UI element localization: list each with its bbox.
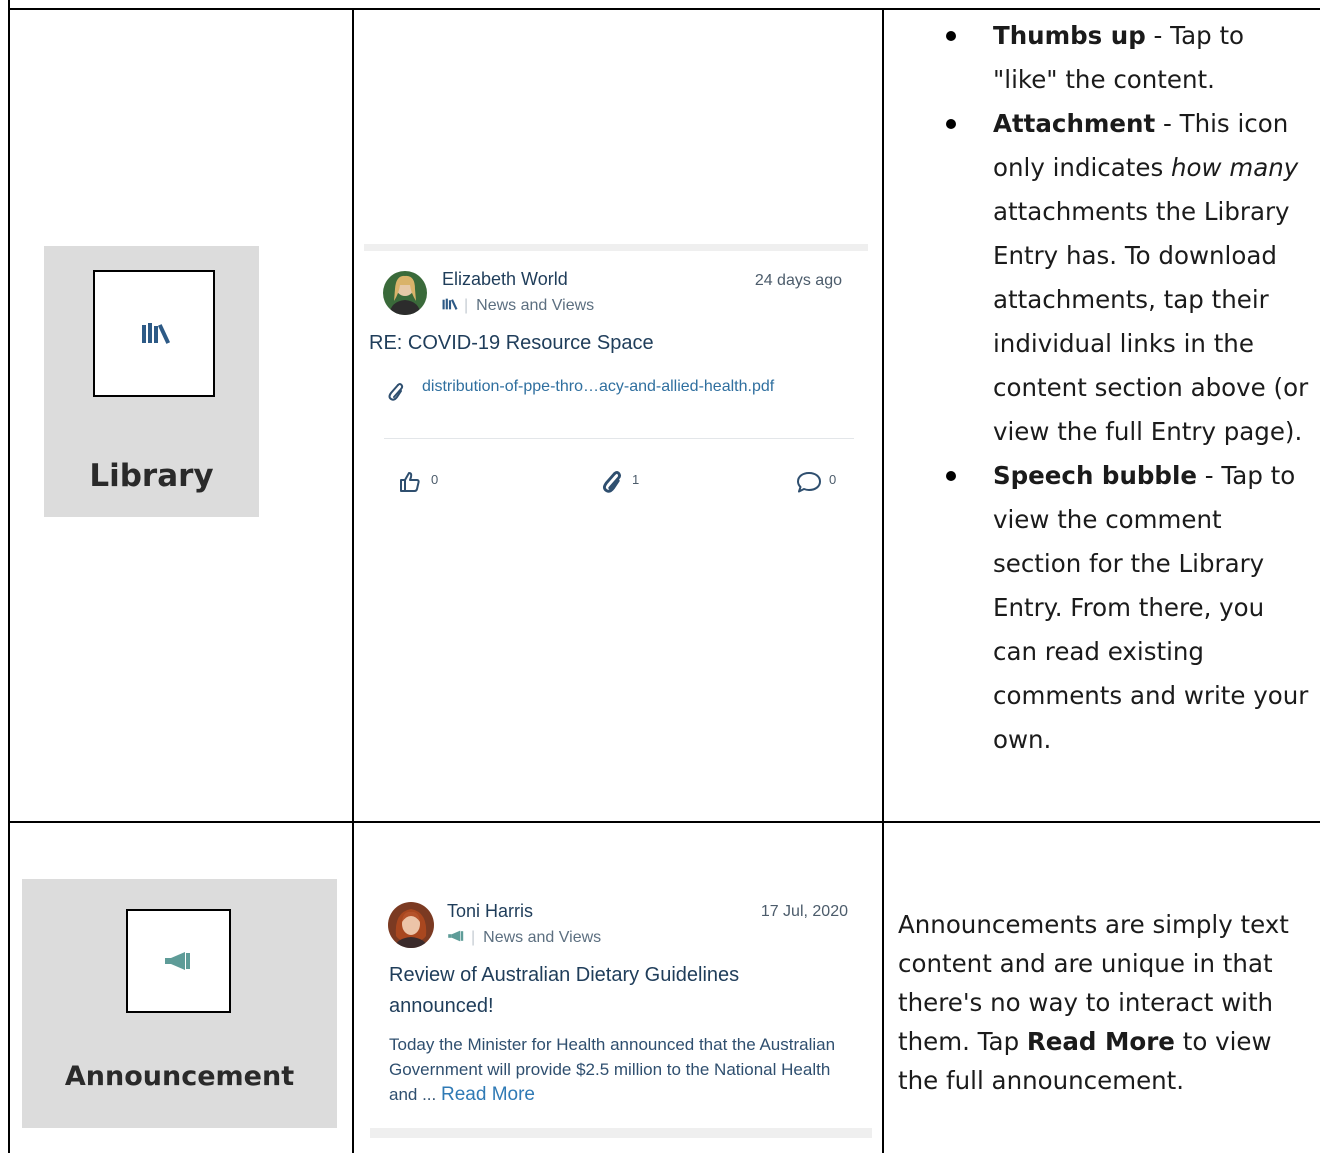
like-button[interactable]: 0 xyxy=(398,468,458,496)
read-more-link[interactable]: Read More xyxy=(441,1084,535,1105)
post-meta: | News and Views xyxy=(442,297,594,315)
bullet-thumbs-up: Thumbs up - Tap to "like" the content. xyxy=(898,14,1310,102)
term-attachment: Attachment xyxy=(993,109,1156,138)
comment-button[interactable]: 0 xyxy=(796,468,856,496)
table-border-top xyxy=(8,8,1320,10)
library-icon-frame xyxy=(93,270,215,397)
post-category[interactable]: News and Views xyxy=(483,929,601,946)
author-name[interactable]: Toni Harris xyxy=(447,901,533,922)
bullet-attachment: Attachment - This icon only indicates ho… xyxy=(898,102,1310,454)
card-top-bar xyxy=(364,244,868,251)
like-count: 0 xyxy=(431,472,439,487)
bullet-speech-bubble: Speech bubble - Tap to view the comment … xyxy=(898,454,1310,762)
author-name[interactable]: Elizabeth World xyxy=(442,269,568,290)
table-column-divider-2 xyxy=(882,8,884,1153)
paperclip-icon xyxy=(602,470,621,493)
post-time: 17 Jul, 2020 xyxy=(760,903,848,920)
table-border-left xyxy=(8,0,10,1153)
attachment-link-row[interactable]: distribution-of-ppe-thro…acy-and-allied-… xyxy=(384,376,854,401)
megaphone-icon xyxy=(448,930,464,942)
card-bottom-bar xyxy=(370,1128,872,1138)
term-thumbs-up: Thumbs up xyxy=(993,21,1146,50)
term-speech-bubble: Speech bubble xyxy=(993,461,1197,490)
description-bold: Read More xyxy=(1026,1027,1175,1056)
library-tile-label: Library xyxy=(89,458,214,494)
post-title[interactable]: RE: COVID-19 Resource Space xyxy=(369,328,654,359)
library-description: Thumbs up - Tap to "like" the content. A… xyxy=(898,14,1310,762)
comment-count: 0 xyxy=(829,472,837,487)
paperclip-icon xyxy=(388,383,404,401)
emphasis: how many xyxy=(1171,153,1299,182)
post-title[interactable]: Review of Australian Dietary Guidelines … xyxy=(389,960,849,1022)
attachment-count-button: 1 xyxy=(600,468,660,496)
bullet-text: - Tap to view the comment section for th… xyxy=(993,461,1309,754)
meta-separator: | xyxy=(471,929,476,946)
thumbs-up-icon xyxy=(400,472,420,492)
library-icon xyxy=(142,323,171,344)
announcement-icon-frame xyxy=(126,909,231,1013)
avatar[interactable] xyxy=(388,902,434,948)
announcement-tile-label: Announcement xyxy=(64,1061,295,1092)
library-entry-card[interactable]: Elizabeth World 24 days ago | News and Vi… xyxy=(364,244,868,524)
announcement-card[interactable]: Toni Harris 17 Jul, 2020 | News and Views… xyxy=(370,880,872,1138)
table-row-divider xyxy=(8,821,1320,823)
megaphone-icon xyxy=(165,952,190,970)
speech-bubble-icon xyxy=(797,472,821,493)
announcement-description: Announcements are simply text content an… xyxy=(898,905,1318,1100)
post-time: 24 days ago xyxy=(754,272,842,289)
library-icon xyxy=(442,298,458,310)
attachment-count: 1 xyxy=(632,472,640,487)
bullet-text: attachments the Library Entry has. To do… xyxy=(993,197,1309,446)
meta-separator: | xyxy=(464,297,469,314)
attachment-link[interactable]: distribution-of-ppe-thro…acy-and-allied-… xyxy=(422,378,774,396)
announcement-tile: Announcement xyxy=(22,879,337,1128)
table-column-divider-1 xyxy=(352,8,354,1153)
post-meta: | News and Views xyxy=(447,929,601,947)
post-category[interactable]: News and Views xyxy=(476,297,594,314)
avatar[interactable] xyxy=(383,271,427,315)
library-tile: Library xyxy=(44,246,259,517)
post-excerpt: Today the Minister for Health announced … xyxy=(389,1032,859,1107)
card-divider xyxy=(384,438,854,439)
